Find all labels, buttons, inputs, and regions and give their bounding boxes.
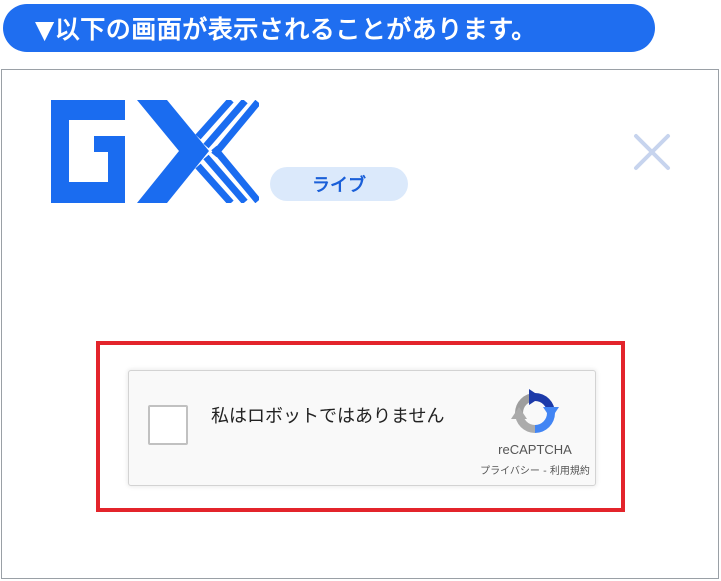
instruction-banner: ▼以下の画面が表示されることがあります。 [3, 4, 655, 52]
gx-logo-icon [51, 100, 259, 203]
live-badge: ライブ [270, 167, 408, 201]
recaptcha-links: プライバシー - 利用規約 [455, 462, 615, 477]
close-icon[interactable] [630, 130, 674, 174]
recaptcha-logo-icon [511, 389, 559, 433]
login-panel: ライブ 私はロボットではありません reCAPTCHA プライバシー - 利用規… [1, 69, 719, 579]
live-badge-label: ライブ [312, 175, 366, 196]
recaptcha-checkbox[interactable] [148, 405, 188, 445]
recaptcha-label: 私はロボットではありません [211, 406, 445, 427]
terms-link[interactable]: 利用規約 [550, 466, 590, 477]
banner-text: ▼以下の画面が表示されることがあります。 [35, 15, 537, 44]
link-separator: - [539, 466, 550, 477]
privacy-link[interactable]: プライバシー [480, 466, 540, 477]
recaptcha-widget: 私はロボットではありません reCAPTCHA プライバシー - 利用規約 [128, 370, 596, 486]
recaptcha-brand: reCAPTCHA [498, 442, 572, 457]
